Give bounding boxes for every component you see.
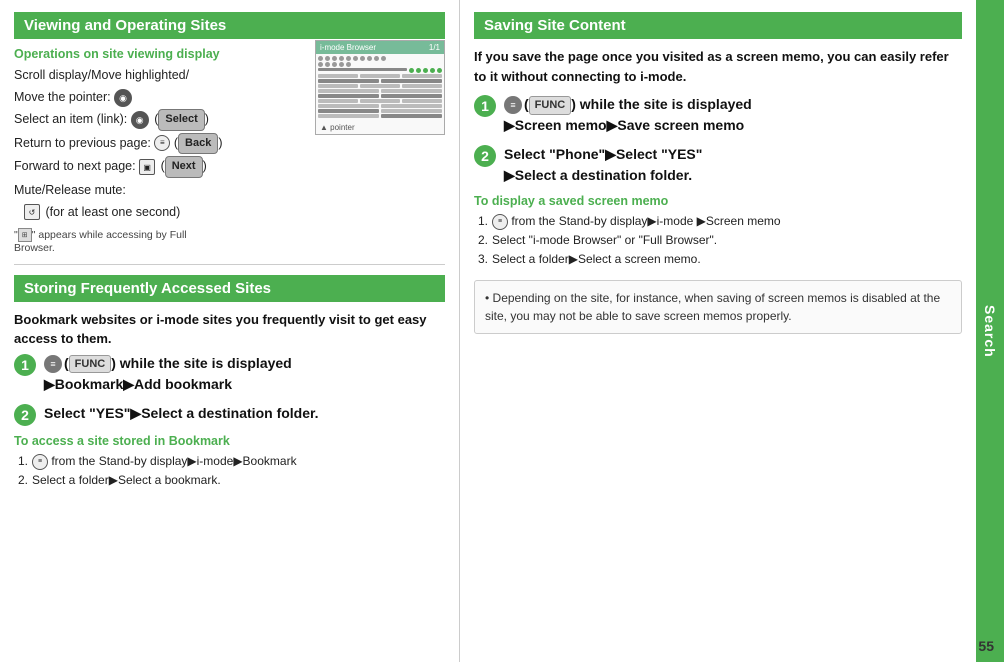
- step1-left: 1 ≡(FUNC) while the site is displayed ▶B…: [14, 353, 445, 395]
- left-panel: Viewing and Operating Sites i-mode Brows…: [0, 0, 460, 662]
- pointer-note: "⊞" appears while accessing by Full Brow…: [14, 228, 214, 254]
- func-btn-r: FUNC: [529, 96, 572, 115]
- step2-right-number: 2: [474, 145, 496, 167]
- menu-icon-2: ≡: [32, 454, 48, 470]
- step1-right-number: 1: [474, 95, 496, 117]
- step1-right-content: ≡(FUNC) while the site is displayed ▶Scr…: [504, 94, 752, 136]
- step1-right: 1 ≡(FUNC) while the site is displayed ▶S…: [474, 94, 962, 136]
- right-intro: If you save the page once you visited as…: [474, 47, 962, 86]
- step2-number: 2: [14, 404, 36, 426]
- right-section-header: Saving Site Content: [474, 12, 962, 39]
- display-item-2: Select "i-mode Browser" or "Full Browser…: [478, 231, 962, 250]
- section2-intro: Bookmark websites or i-mode sites you fr…: [14, 310, 445, 349]
- right-steps: 1 ≡(FUNC) while the site is displayed ▶S…: [474, 94, 962, 186]
- next-button: Next: [165, 156, 203, 178]
- step1-content: ≡(FUNC) while the site is displayed ▶Boo…: [44, 353, 292, 395]
- sidebar-tab: Search: [976, 0, 1004, 662]
- access-item-1: ≡ from the Stand-by display▶i-mode▶Bookm…: [18, 452, 445, 471]
- step2-right-content: Select "Phone"▶Select "YES"▶Select a des…: [504, 144, 702, 186]
- step1-number: 1: [14, 354, 36, 376]
- browser-header: i-mode Browser 1/1: [316, 41, 444, 54]
- menu-icon: ≡: [154, 135, 170, 151]
- select-icon: ◉: [131, 111, 149, 129]
- access-title: To access a site stored in Bookmark: [14, 434, 445, 448]
- browser-body: [316, 54, 444, 121]
- mute-sub-item: ↺ (for at least one second): [14, 202, 445, 222]
- section2-header: Storing Frequently Accessed Sites: [14, 275, 445, 302]
- func-icon: ≡: [44, 355, 62, 373]
- note-box: • Depending on the site, for instance, w…: [474, 280, 962, 334]
- display-title: To display a saved screen memo: [474, 194, 962, 208]
- joystick-icon: ◉: [114, 89, 132, 107]
- step2-right: 2 Select "Phone"▶Select "YES"▶Select a d…: [474, 144, 962, 186]
- mute-icon: ↺: [24, 204, 40, 220]
- step2-content: Select "YES"▶Select a destination folder…: [44, 403, 319, 424]
- func-icon-r: ≡: [504, 96, 522, 114]
- divider1: [14, 264, 445, 265]
- tv-icon: ▣: [139, 159, 155, 175]
- next-item: Forward to next page: ▣ (Next): [14, 156, 445, 178]
- display-list: ≡ from the Stand-by display▶i-mode ▶Scre…: [474, 212, 962, 270]
- select-button: Select: [158, 109, 204, 131]
- mute-item: Mute/Release mute:: [14, 180, 445, 200]
- step2-left: 2 Select "YES"▶Select a destination fold…: [14, 403, 445, 426]
- section1-header: Viewing and Operating Sites: [14, 12, 445, 39]
- display-item-3: Select a folder▶Select a screen memo.: [478, 250, 962, 269]
- display-item-1: ≡ from the Stand-by display▶i-mode ▶Scre…: [478, 212, 962, 231]
- page-number: 55: [978, 638, 994, 654]
- browser-screenshot: i-mode Browser 1/1 ▲ pointer: [315, 40, 445, 135]
- back-button: Back: [178, 133, 218, 155]
- full-browser-icon: ⊞: [18, 228, 32, 242]
- back-item: Return to previous page: ≡ (Back): [14, 133, 445, 155]
- access-item-2: Select a folder▶Select a bookmark.: [18, 471, 445, 490]
- func-btn: FUNC: [69, 355, 112, 374]
- menu-icon-3: ≡: [492, 214, 508, 230]
- access-list: ≡ from the Stand-by display▶i-mode▶Bookm…: [14, 452, 445, 490]
- pointer-annotation-area: ▲ pointer: [316, 121, 444, 134]
- right-panel: Saving Site Content If you save the page…: [460, 0, 976, 662]
